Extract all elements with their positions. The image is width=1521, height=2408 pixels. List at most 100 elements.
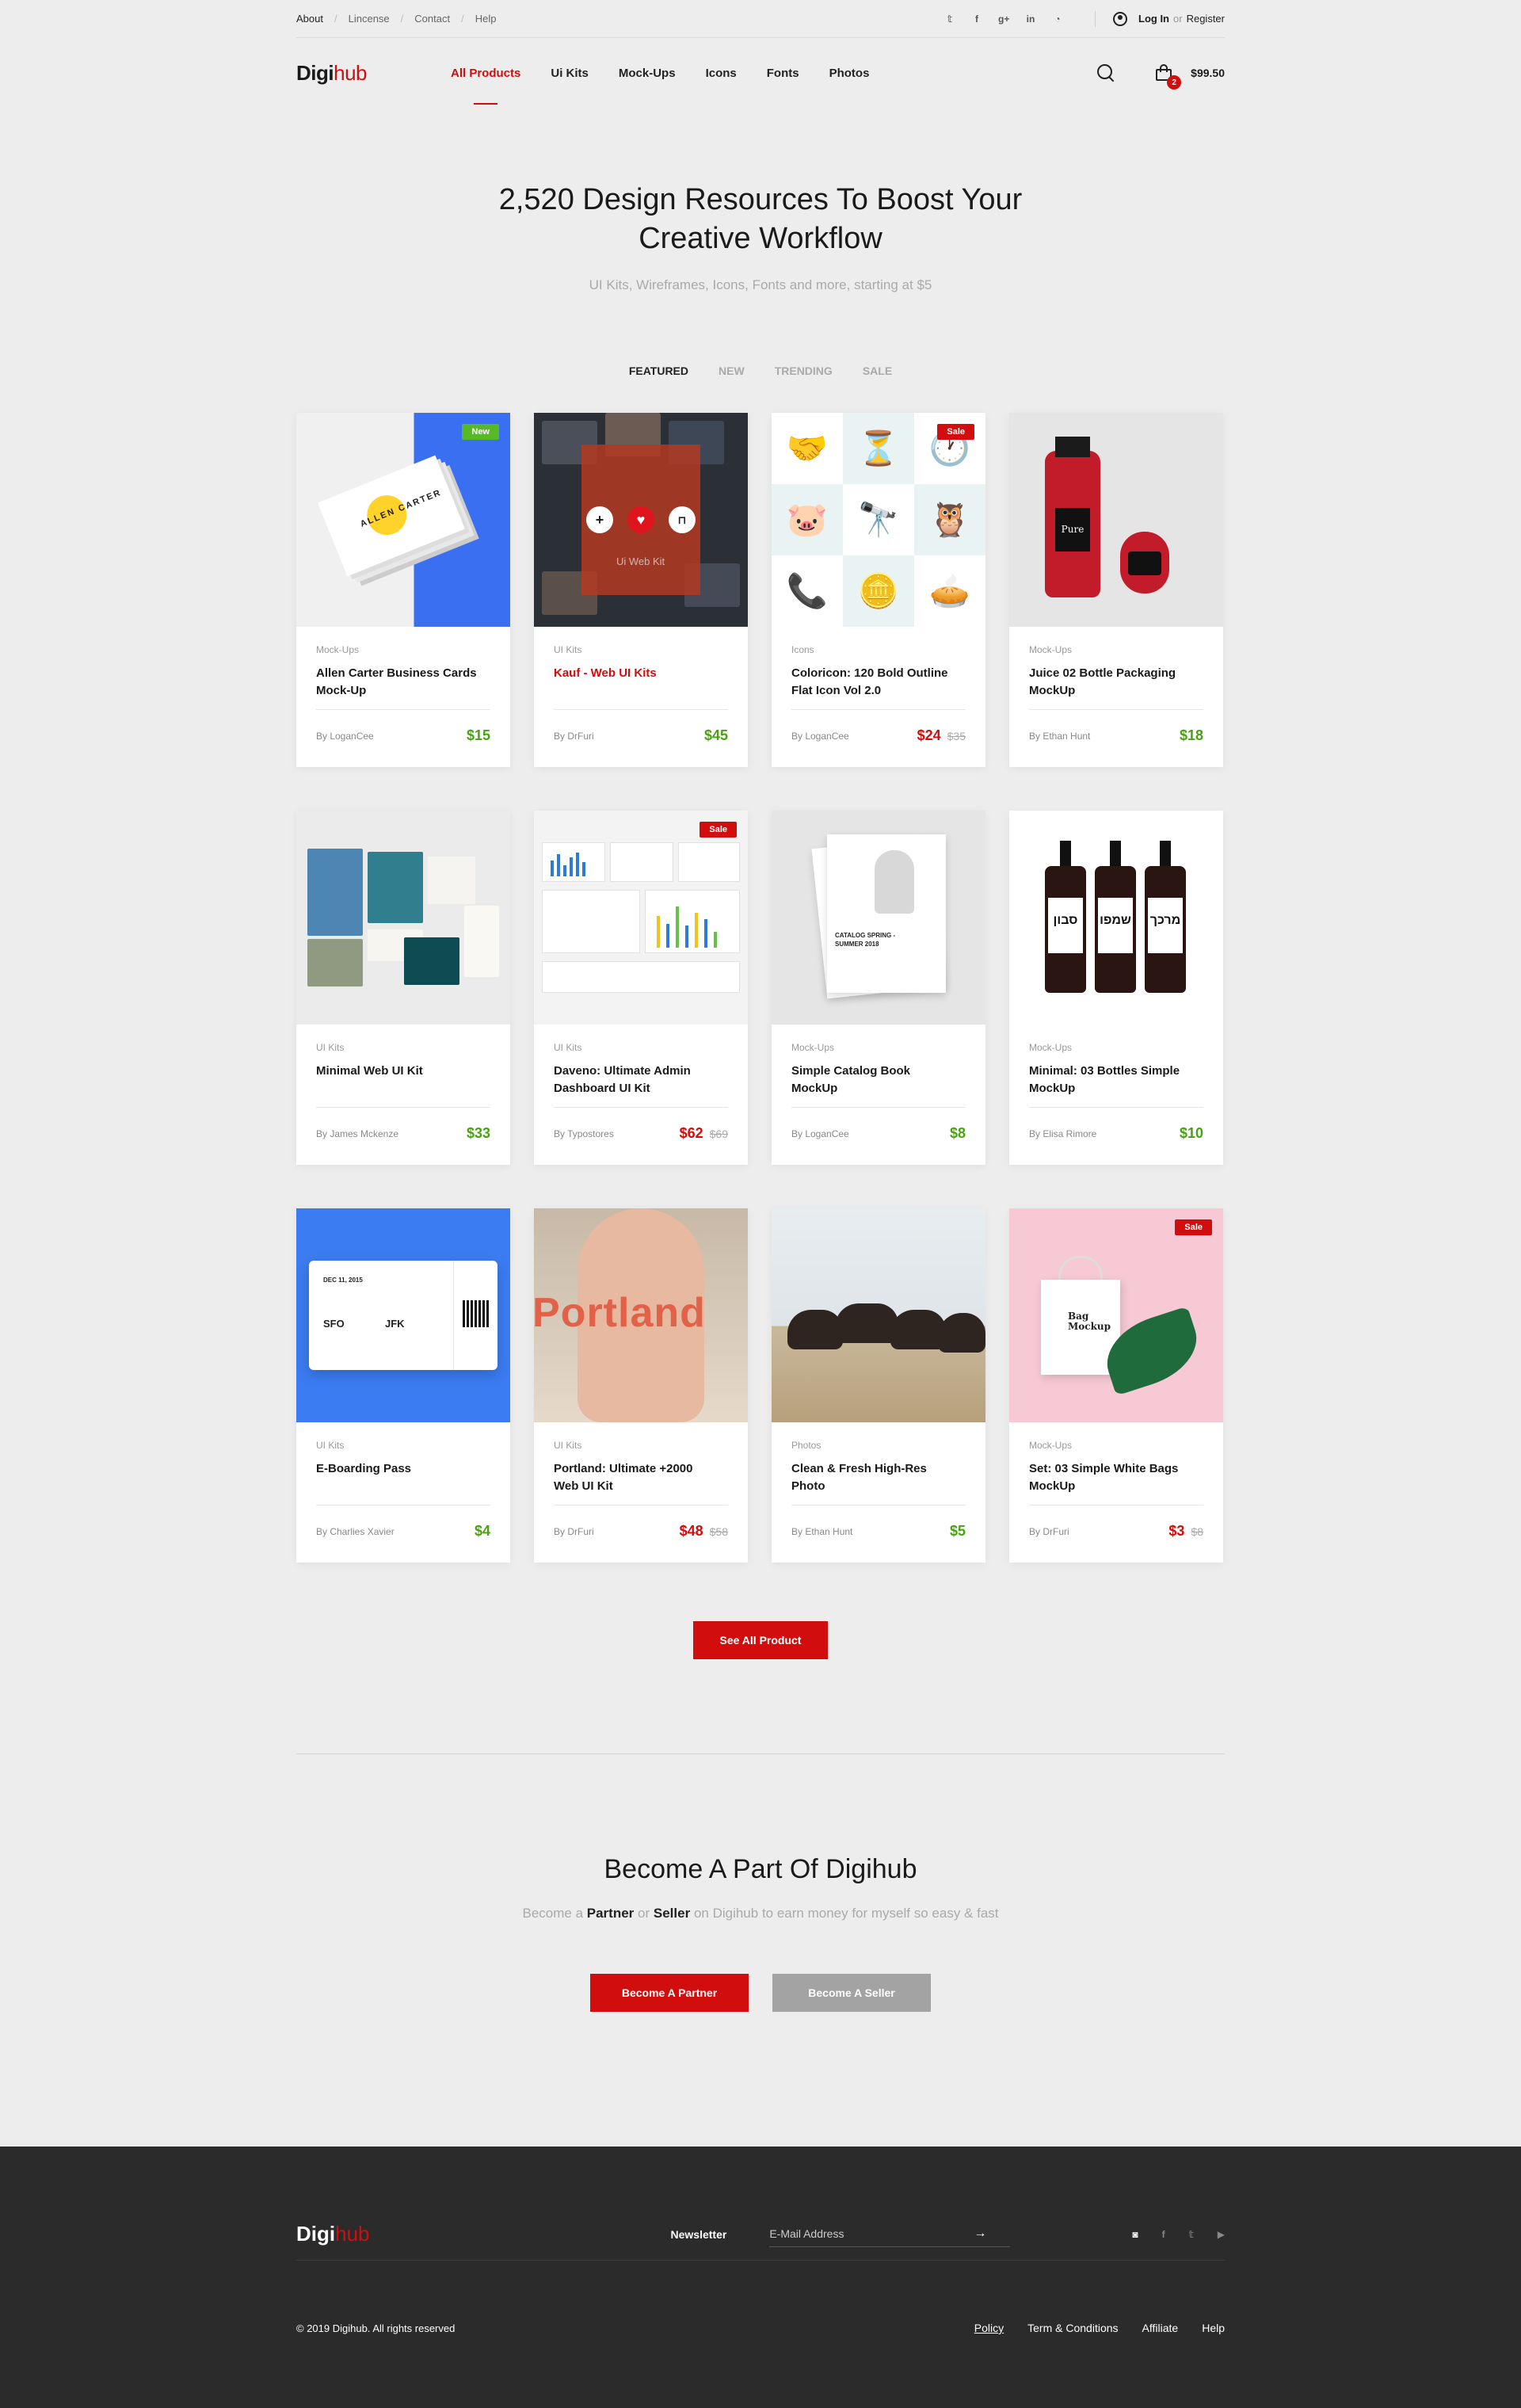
product-title[interactable]: E-Boarding Pass <box>316 1460 482 1478</box>
facebook-icon[interactable]: f <box>971 13 982 25</box>
tab-trending[interactable]: TRENDING <box>775 364 833 377</box>
twitter-icon[interactable]: 𝕥 <box>944 13 955 25</box>
footer-link-terms[interactable]: Term & Conditions <box>1027 2322 1118 2334</box>
cart-icon[interactable]: 2 <box>1154 64 1182 90</box>
newsletter-email-field[interactable]: E-Mail Address → <box>769 2222 1011 2247</box>
product-author[interactable]: By Ethan Hunt <box>1029 731 1090 742</box>
product-author[interactable]: By Elisa Rimore <box>1029 1128 1096 1139</box>
product-author[interactable]: By James Mckenze <box>316 1128 398 1139</box>
product-thumbnail[interactable]: CATALOG SPRING - SUMMER 2018 <box>772 811 985 1025</box>
google-plus-icon[interactable]: g+ <box>998 13 1009 25</box>
nav-mock-ups[interactable]: Mock-Ups <box>619 67 676 80</box>
top-link-contact[interactable]: Contact <box>414 13 450 25</box>
product-title[interactable]: Coloricon: 120 Bold Outline Flat Icon Vo… <box>791 665 958 700</box>
cart-total[interactable]: $99.50 <box>1191 67 1225 79</box>
product-bottle: סבון <box>1045 866 1086 993</box>
footer-link-help[interactable]: Help <box>1202 2322 1225 2334</box>
tab-new[interactable]: NEW <box>719 364 745 377</box>
product-author[interactable]: By DrFuri <box>1029 1526 1069 1537</box>
product-author[interactable]: By LoganCee <box>791 731 849 742</box>
rss-icon[interactable]: ◔ <box>1052 13 1063 25</box>
bison-image <box>835 1303 898 1343</box>
product-thumbnail[interactable] <box>772 1208 985 1422</box>
tab-featured[interactable]: FEATURED <box>629 364 688 377</box>
footer-link-policy[interactable]: Policy <box>974 2322 1004 2334</box>
top-link-help[interactable]: Help <box>475 13 497 25</box>
product-card[interactable]: Bag Mockup Sale Mock-Ups Set: 03 Simple … <box>1009 1208 1223 1563</box>
login-link[interactable]: Log In <box>1138 13 1169 25</box>
bottle-label-text: Pure <box>1061 524 1085 535</box>
product-card[interactable]: UI Kits Minimal Web UI Kit By James Mcke… <box>296 811 510 1165</box>
product-title[interactable]: Allen Carter Business Cards Mock-Up <box>316 665 482 700</box>
product-card[interactable]: Sale UI Kits Daveno: Ultimate Admin Dash… <box>534 811 748 1165</box>
product-thumbnail[interactable]: סבון שמפו מרכך <box>1009 811 1223 1025</box>
product-thumbnail[interactable]: Bag Mockup Sale <box>1009 1208 1223 1422</box>
twitter-icon[interactable]: 𝕥 <box>1189 2229 1194 2240</box>
product-title[interactable]: Juice 02 Bottle Packaging MockUp <box>1029 665 1195 700</box>
product-title[interactable]: Minimal Web UI Kit <box>316 1063 482 1080</box>
product-price: $10 <box>1179 1125 1203 1141</box>
product-author[interactable]: By Typostores <box>554 1128 614 1139</box>
nav-photos[interactable]: Photos <box>829 67 870 80</box>
user-icon <box>1113 11 1128 26</box>
product-thumbnail[interactable]: 🤝 ⏳ 🕐 🐷 🔭 🦉 📞 🪙 🥧 Sale <box>772 413 985 627</box>
nav-all-products[interactable]: All Products <box>451 67 520 80</box>
product-title[interactable]: Kauf - Web UI Kits <box>554 665 720 682</box>
bag-icon[interactable]: ⊓ <box>669 506 696 533</box>
product-card[interactable]: DEC 11, 2015 SFO JFK UI Kits E-Boarding … <box>296 1208 510 1563</box>
nav-icons[interactable]: Icons <box>706 67 737 80</box>
product-thumbnail[interactable]: Portland <box>534 1208 748 1422</box>
add-icon[interactable]: + <box>586 506 613 533</box>
product-title[interactable]: Daveno: Ultimate Admin Dashboard UI Kit <box>554 1063 720 1097</box>
product-thumbnail[interactable]: Pure <box>1009 413 1223 627</box>
become-seller-button[interactable]: Become A Seller <box>772 1974 931 2012</box>
linkedin-icon[interactable]: in <box>1025 13 1036 25</box>
tab-sale[interactable]: SALE <box>863 364 892 377</box>
product-card[interactable]: Portland UI Kits Portland: Ultimate +200… <box>534 1208 748 1563</box>
footer-link-affiliate[interactable]: Affiliate <box>1142 2322 1179 2334</box>
product-author[interactable]: By DrFuri <box>554 1526 594 1537</box>
product-title[interactable]: Minimal: 03 Bottles Simple MockUp <box>1029 1063 1195 1097</box>
product-card[interactable]: 🤝 ⏳ 🕐 🐷 🔭 🦉 📞 🪙 🥧 Sale Icons Coloricon: … <box>772 413 985 767</box>
product-author[interactable]: By DrFuri <box>554 731 594 742</box>
product-title[interactable]: Set: 03 Simple White Bags MockUp <box>1029 1460 1195 1495</box>
product-author[interactable]: By Charlies Xavier <box>316 1526 395 1537</box>
top-link-about[interactable]: About <box>296 13 323 25</box>
product-thumbnail[interactable]: DEC 11, 2015 SFO JFK <box>296 1208 510 1422</box>
product-title[interactable]: Simple Catalog Book MockUp <box>791 1063 958 1097</box>
product-thumbnail[interactable]: Ui Web Kit + ♥ ⊓ <box>534 413 748 627</box>
product-title[interactable]: Clean & Fresh High-Res Photo <box>791 1460 958 1495</box>
product-author[interactable]: By Ethan Hunt <box>791 1526 852 1537</box>
instagram-icon[interactable]: ◙ <box>1132 2229 1138 2240</box>
product-card[interactable]: ALLEN CARTER New Mock-Ups Allen Carter B… <box>296 413 510 767</box>
product-card[interactable]: Pure Mock-Ups Juice 02 Bottle Packaging … <box>1009 413 1223 767</box>
product-card[interactable]: Ui Web Kit + ♥ ⊓ UI Kits Kauf - Web UI K… <box>534 413 748 767</box>
owl-icon: 🦉 <box>914 484 985 555</box>
logo[interactable]: Digihub <box>296 61 367 86</box>
product-thumbnail[interactable]: Sale <box>534 811 748 1025</box>
product-author[interactable]: By LoganCee <box>316 731 374 742</box>
top-link-license[interactable]: Lincense <box>349 13 390 25</box>
divider: / <box>461 13 464 25</box>
product-title[interactable]: Portland: Ultimate +2000 Web UI Kit <box>554 1460 720 1495</box>
become-partner-button[interactable]: Become A Partner <box>590 1974 749 2012</box>
search-icon[interactable] <box>1097 64 1115 82</box>
see-all-button[interactable]: See All Product <box>693 1621 828 1659</box>
product-author[interactable]: By LoganCee <box>791 1128 849 1139</box>
footer-logo[interactable]: Digihub <box>296 2222 370 2246</box>
product-card[interactable]: CATALOG SPRING - SUMMER 2018 Mock-Ups Si… <box>772 811 985 1165</box>
product-card[interactable]: Photos Clean & Fresh High-Res Photo By E… <box>772 1208 985 1563</box>
product-card[interactable]: סבון שמפו מרכך Mock-Ups Minimal: 03 Bott… <box>1009 811 1223 1165</box>
heart-icon[interactable]: ♥ <box>627 506 654 533</box>
register-link[interactable]: Register <box>1187 13 1225 25</box>
product-thumbnail[interactable] <box>296 811 510 1025</box>
product-category: Mock-Ups <box>316 644 360 655</box>
product-price: $24 <box>917 727 941 743</box>
arrow-right-icon[interactable]: → <box>974 2227 986 2241</box>
product-price: $62 <box>679 1125 703 1141</box>
nav-ui-kits[interactable]: Ui Kits <box>551 67 589 80</box>
facebook-icon[interactable]: f <box>1162 2229 1165 2240</box>
product-thumbnail[interactable]: ALLEN CARTER New <box>296 413 510 627</box>
youtube-icon[interactable]: ▶ <box>1218 2229 1225 2240</box>
nav-fonts[interactable]: Fonts <box>767 67 799 80</box>
